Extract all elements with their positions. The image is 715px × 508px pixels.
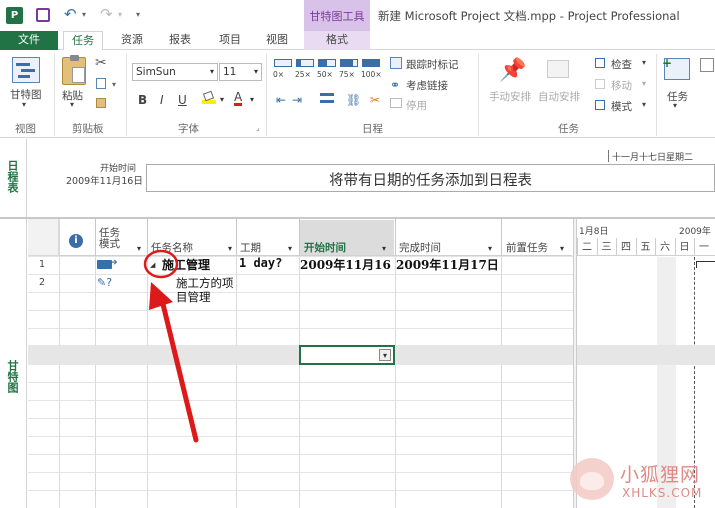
annotation-arrow-head (149, 282, 173, 310)
annotation-circle (143, 249, 179, 279)
annotation-arrow (159, 297, 199, 443)
watermark-logo-icon (570, 458, 614, 500)
annotation-overlay (143, 249, 199, 443)
watermark-cn: 小狐狸网 (620, 464, 701, 486)
watermark-en: XHLKS.COM (622, 486, 703, 500)
